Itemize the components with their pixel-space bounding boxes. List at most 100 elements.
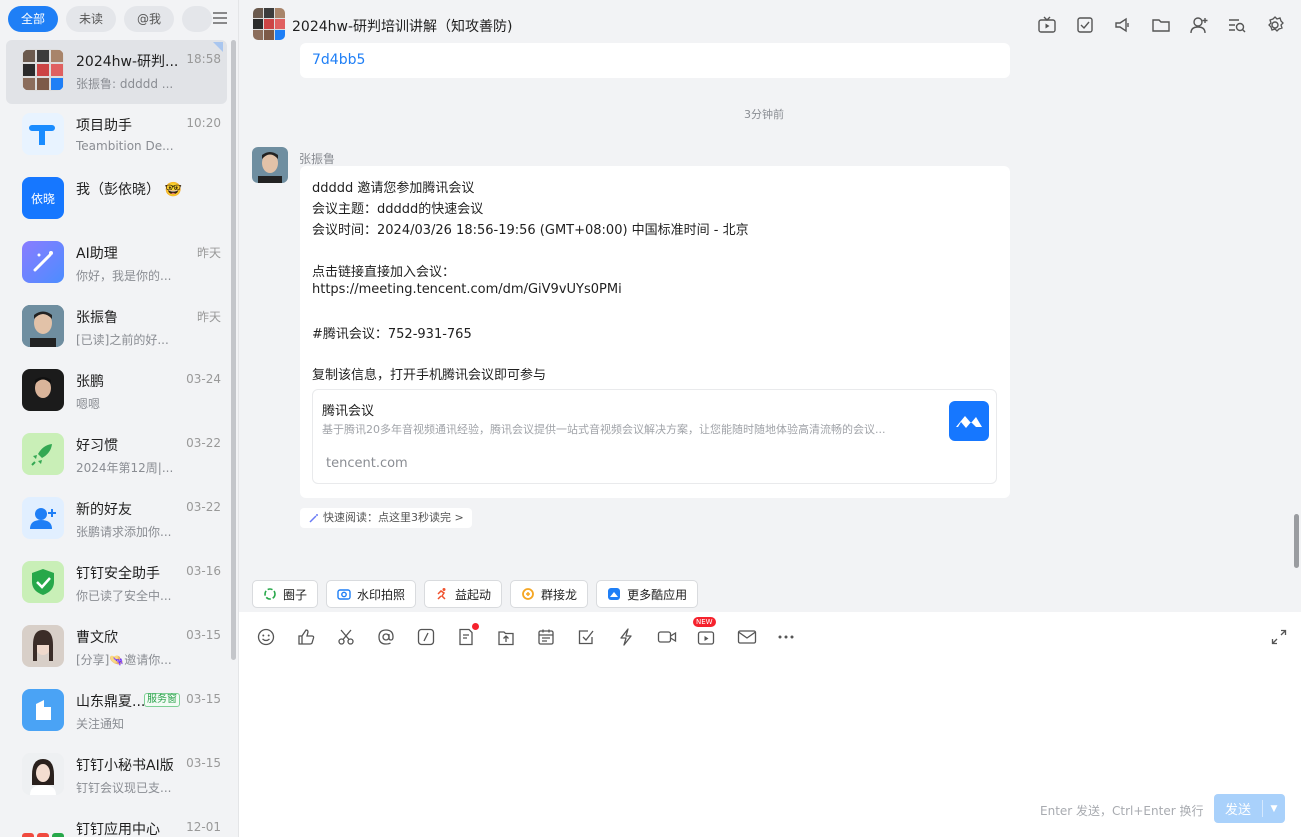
chat-title[interactable]: 2024hw-研判培训讲解（知攻善防) [292,16,512,36]
at-mention-icon[interactable] [377,627,417,647]
card-url: tencent.com [326,456,408,471]
org-avatar [22,689,64,731]
conversation-time: 03-24 [186,372,221,386]
conversation-time: 12-01 [186,820,221,834]
conversation-item[interactable]: 张振鲁 [已读]之前的好... 昨天 [6,296,227,360]
previous-message-link[interactable]: 7d4bb5 [312,52,365,68]
settings-gear-icon[interactable] [1265,15,1285,35]
sidebar-scrollbar[interactable] [231,40,236,660]
conversation-name: 张振鲁 [76,310,118,326]
conversation-preview: 嗯嗯 [76,397,101,411]
filter-mentions[interactable]: @我 [124,6,175,32]
conversation-name: 钉钉安全助手 [76,566,160,582]
apps-icon [608,588,621,600]
conversation-name: 钉钉小秘书AI版 [76,758,174,774]
meeting-link[interactable]: https://meeting.tencent.com/dm/GiV9vUYs0… [312,282,622,297]
chat-scrollbar[interactable] [1294,514,1299,568]
conversation-item[interactable]: 钉钉应用中心 12-01 [6,808,227,837]
group-avatar [22,49,64,91]
conversation-item[interactable]: 钉钉安全助手 你已读了安全中... 03-16 [6,552,227,616]
filter-all[interactable]: 全部 [8,6,59,32]
conversation-item[interactable]: 依晓 我（彭依晓） 🤓 [6,168,227,232]
doc-add-icon[interactable] [457,623,497,647]
message-line: 点击链接直接加入会议： [312,265,456,280]
filter-bar: 全部 未读 @我 [0,0,238,38]
conversation-time: 昨天 [196,310,221,324]
more-apps-button[interactable]: 更多酷应用 [596,580,699,608]
group-relay-button[interactable]: 群接龙 [510,580,589,608]
message-line: #腾讯会议：752-931-765 [312,327,472,342]
runner-icon [437,588,446,600]
conversation-time: 03-22 [186,500,221,514]
conversation-name: AI助理 [76,246,118,262]
conversation-list: 2024hw-研判... 张振鲁: ddddd ... 18:58 项目助手 T… [6,40,227,837]
conversation-item[interactable]: 钉钉小秘书AI版 钉钉会议现已支... 03-15 [6,744,227,808]
live-stream-icon[interactable]: NEW [693,617,737,647]
conversation-item[interactable]: 好习惯 2024年第12周|... 03-22 [6,424,227,488]
conversation-preview: [分享]👒邀请你... [76,653,172,667]
conversation-time: 10:20 [186,116,221,130]
send-options-icon[interactable]: ▼ [1263,804,1285,814]
conversation-item[interactable]: 张鹏 嗯嗯 03-24 [6,360,227,424]
search-history-icon[interactable] [1227,15,1247,35]
conversation-item[interactable]: 新的好友 张鹏请求添加你... 03-22 [6,488,227,552]
filter-more[interactable] [182,6,213,32]
conversation-item[interactable]: 曹文欣 [分享]👒邀请你... 03-15 [6,616,227,680]
filter-unread[interactable]: 未读 [66,6,117,32]
notification-dot [472,623,479,630]
upload-file-icon[interactable] [497,627,537,647]
watermark-camera-button[interactable]: 水印拍照 [326,580,417,608]
compose-toolbar: NEW [257,617,817,647]
emoji-icon[interactable] [257,627,297,647]
more-options-icon[interactable] [777,627,817,647]
service-badge: 服务窗 [144,693,180,707]
link-preview-card[interactable]: 腾讯会议 基于腾讯20多年音视频通讯经验，腾讯会议提供一站式音视频会议解决方案，… [312,389,997,484]
conversation-name: 新的好友 [76,502,132,518]
sender-name: 张振鲁 [299,152,336,166]
calendar-icon[interactable] [537,627,577,647]
add-member-icon[interactable] [1189,15,1209,35]
thumb-up-icon[interactable] [297,627,337,647]
send-shortcut-hint: Enter 发送，Ctrl+Enter 换行 [1040,804,1204,818]
conversation-name: 张鹏 [76,374,104,390]
slash-command-icon[interactable] [417,627,457,647]
todo-icon[interactable] [1075,15,1095,35]
conversation-time: 03-15 [186,628,221,642]
conversation-item[interactable]: 2024hw-研判... 张振鲁: ddddd ... 18:58 [6,40,227,104]
conversation-item[interactable]: 项目助手 Teambition De... 10:20 [6,104,227,168]
app-center-avatar [22,817,64,837]
mail-icon[interactable] [737,627,777,647]
conversation-item[interactable]: AI助理 你好，我是你的... 昨天 [6,232,227,296]
charity-run-button[interactable]: 益起动 [424,580,503,608]
scissors-icon[interactable] [337,627,377,647]
announcement-icon[interactable] [1113,15,1133,35]
live-tv-icon[interactable] [1037,15,1057,35]
video-call-icon[interactable] [657,627,697,647]
lightning-icon[interactable] [617,627,657,647]
conversation-preview: [已读]之前的好... [76,333,169,347]
sender-avatar[interactable] [252,147,288,183]
conversation-name: 曹文欣 [76,630,118,646]
conversation-preview: 关注通知 [76,717,125,731]
circle-app-button[interactable]: 圈子 [252,580,319,608]
conversation-time: 03-15 [186,692,221,706]
conversation-time: 昨天 [196,246,221,260]
self-avatar: 依晓 [22,177,64,219]
conversation-preview: 钉钉会议现已支... [76,781,172,795]
card-title: 腾讯会议 [322,404,375,419]
message-line: 会议时间：2024/03/26 18:56-19:56 (GMT+08:00) … [312,223,749,238]
task-check-icon[interactable] [577,627,617,647]
conversation-item[interactable]: 山东鼎夏... 服务窗 关注通知 03-15 [6,680,227,744]
send-button[interactable]: 发送 ▼ [1214,794,1285,823]
folder-icon[interactable] [1151,15,1171,35]
previous-message-bubble: 7d4bb5 [300,43,1010,78]
menu-icon[interactable] [212,11,228,25]
quick-read-button[interactable]: 快速阅读：点这里3秒读完 > [300,508,472,528]
conversation-sidebar: 全部 未读 @我 2024hw-研判... 张振鲁: ddddd ... 18:… [0,0,239,837]
conversation-preview: Teambition De... [76,139,174,153]
conversation-name: 2024hw-研判... [76,54,179,70]
tencent-meeting-logo-icon [949,401,989,441]
message-line: 会议主题：ddddd的快速会议 [312,202,484,217]
expand-icon[interactable] [1271,629,1287,645]
pin-corner-icon [213,42,223,52]
